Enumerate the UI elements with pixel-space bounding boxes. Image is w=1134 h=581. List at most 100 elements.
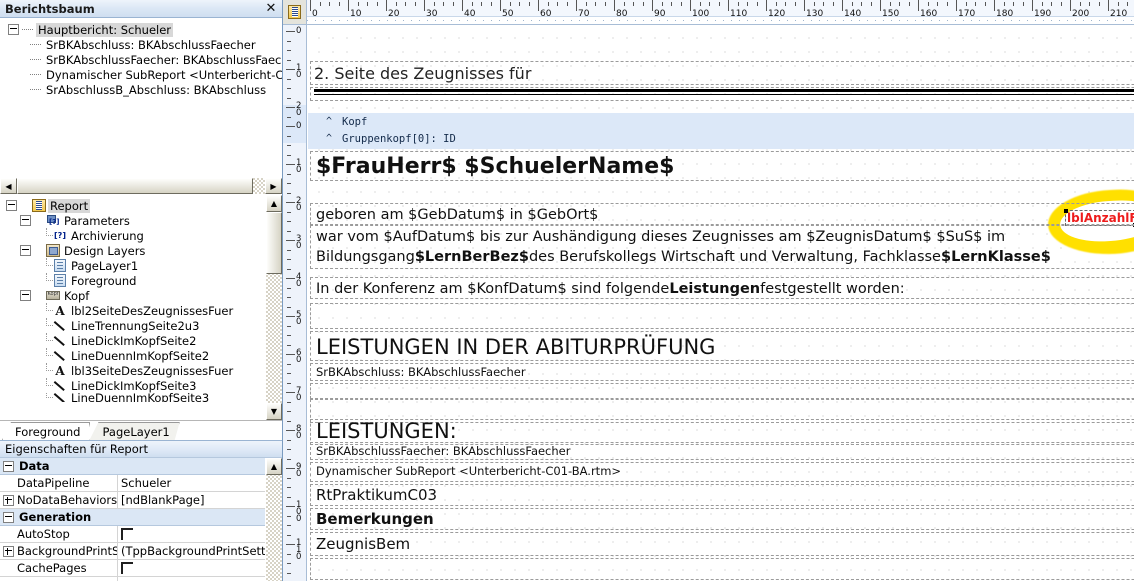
vscroll-track[interactable] (266, 274, 282, 403)
properties-grid[interactable]: Data DataPipeline Schueler NoDataBehavio… (0, 458, 265, 581)
tab-foreground[interactable]: Foreground (2, 422, 90, 440)
collapse-icon[interactable] (8, 24, 19, 35)
ruler-tick-minor (287, 335, 291, 336)
property-row-autostop[interactable]: AutoStop (0, 526, 265, 543)
berichtsbaum-item-srbkabschlussfaecher[interactable]: SrBKAbschlussFaecher: BKAbschlussFaecher (0, 52, 282, 67)
control-leistungen-abiturpruefung[interactable]: LEISTUNGEN IN DER ABITURPRÜFUNG (316, 334, 916, 359)
report-design-surface[interactable]: 0102030405060708090100110120130140150160… (283, 0, 1134, 581)
ruler-tick-major (1032, 0, 1033, 11)
ruler-tick-minor (510, 2, 511, 6)
tree-item-lineduennimkopfseite3[interactable]: LineDuennImKopfSeite3 (0, 393, 265, 402)
property-value[interactable] (118, 526, 265, 542)
band-headers[interactable]: ^ Kopf ^ Gruppenkopf[0]: ID (308, 113, 1134, 149)
ruler-tick-major (424, 0, 425, 11)
collapse-icon[interactable] (20, 290, 31, 301)
control-geboren[interactable]: geboren am $GebDatum$ in $GebOrt$ (316, 206, 716, 224)
property-value[interactable] (118, 560, 265, 576)
tree-item-report[interactable]: Report (0, 198, 265, 213)
berichtsbaum-item-srabschlussb[interactable]: SrAbschlussB_Abschluss: BKAbschluss (0, 82, 282, 97)
expand-icon[interactable] (3, 546, 14, 557)
tree-item-lbl2seitedeszeugnissesfuer[interactable]: A lbl2SeiteDesZeugnissesFuer (0, 303, 265, 318)
scroll-right-icon[interactable]: ▶ (265, 178, 282, 194)
tree-item-design-layers[interactable]: Design Layers (0, 243, 265, 258)
property-row-partial[interactable] (0, 577, 265, 581)
property-value[interactable] (118, 577, 265, 581)
collapse-icon[interactable] (20, 215, 31, 226)
tree-item-linedickimkopfseite3[interactable]: LineDickImKopfSeite3 (0, 378, 265, 393)
scroll-left-icon[interactable]: ◀ (0, 178, 17, 194)
property-value[interactable]: (TppBackgroundPrintSettings) (118, 543, 265, 559)
property-row-nodatabehaviors[interactable]: NoDataBehaviors [ndBlankPage] (0, 492, 265, 509)
collapse-icon[interactable] (6, 200, 17, 211)
ruler-tick-minor (624, 2, 625, 6)
tree-item-linedickimkopfseite2[interactable]: LineDickImKopfSeite2 (0, 333, 265, 348)
tree-item-lineduennimkopfseite2[interactable]: LineDuennImKopfSeite2 (0, 348, 265, 363)
hscroll-track[interactable] (253, 178, 265, 194)
properties-group-data[interactable]: Data (0, 458, 265, 475)
tree-item-label: LineDickImKopfSeite2 (69, 334, 198, 348)
property-row-cachepages[interactable]: CachePages (0, 560, 265, 577)
properties-group-generation[interactable]: Generation (0, 509, 265, 526)
hscroll-thumb[interactable] (17, 178, 253, 194)
berichtsbaum-item-dynamischer-subreport[interactable]: Dynamischer SubReport <Unterbericht-C01-… (0, 67, 282, 82)
control-lbl2SeiteDesZeugnissesFuer[interactable]: 2. Seite des Zeugnisses für (314, 63, 564, 84)
control-dynamischer-subreport[interactable]: Dynamischer SubReport <Unterbericht-C01-… (316, 464, 716, 478)
ruler-tick-minor (339, 2, 340, 6)
region-kopf-lines (310, 87, 1134, 101)
design-canvas[interactable]: 2. Seite des Zeugnisses für ^ Kopf ^ Gru… (308, 25, 1134, 581)
collapse-icon[interactable] (20, 245, 31, 256)
vscroll-thumb[interactable] (266, 212, 282, 274)
band-kopf[interactable]: ^ Kopf (308, 113, 1134, 130)
collapse-icon[interactable] (3, 512, 14, 523)
tree-item-linetrennungseite2u3[interactable]: LineTrennungSeite2u3 (0, 318, 265, 333)
control-konferenz[interactable]: In der Konferenz am $KonfDatum$ sind fol… (316, 280, 1016, 298)
checkbox-icon[interactable] (121, 562, 133, 574)
band-gruppenkopf[interactable]: ^ Gruppenkopf[0]: ID (308, 130, 1134, 147)
report-structure-tree[interactable]: Report Parameters [?] Archivierung (0, 195, 282, 420)
property-value[interactable]: Schueler (118, 475, 265, 491)
parameters-icon (46, 214, 60, 227)
berichtsbaum-list[interactable]: Hauptbericht: Schueler SrBKAbschluss: BK… (0, 18, 282, 178)
property-value[interactable]: [ndBlankPage] (118, 492, 265, 508)
tree-item-kopf[interactable]: Kopf Kopf (0, 288, 265, 303)
ruler-tick-major (538, 0, 539, 11)
berichtsbaum-item-label: Hauptbericht: Schueler (36, 23, 173, 37)
ruler-tick-minor (287, 402, 291, 403)
control-srbkabschluss-subreport[interactable]: SrBKAbschluss: BKAbschlussFaecher (316, 365, 616, 379)
structure-horizontal-scrollbar[interactable]: ◀ ▶ (0, 178, 282, 195)
tree-item-parameters[interactable]: Parameters (0, 213, 265, 228)
control-warvom-line1[interactable]: war vom $AufDatum$ bis zur Aushändigung … (316, 228, 1134, 246)
checkbox-icon[interactable] (121, 528, 133, 540)
collapse-icon[interactable] (3, 461, 14, 472)
control-warvom-line2[interactable]: Bildungsgang $LernBerBez$ des Berufskoll… (316, 248, 1134, 266)
close-icon[interactable]: ✕ (264, 2, 278, 16)
ruler-tick-major (994, 0, 995, 11)
control-zeugnisbem[interactable]: ZeugnisBem (316, 535, 566, 553)
tree-item-lbl3seitedeszeugnissesfuer[interactable]: A lbl3SeiteDesZeugnissesFuer (0, 363, 265, 378)
scroll-down-icon[interactable]: ▼ (266, 403, 282, 420)
scroll-up-icon[interactable]: ▲ (266, 458, 282, 475)
expand-icon[interactable] (3, 495, 14, 506)
tree-item-foreground[interactable]: Foreground (0, 273, 265, 288)
scroll-up-icon[interactable]: ▲ (266, 195, 282, 212)
tab-pagelayer1[interactable]: PageLayer1 (89, 422, 179, 440)
tree-item-archivierung[interactable]: [?] Archivierung (0, 228, 265, 243)
vscroll-track[interactable] (266, 475, 282, 581)
berichtsbaum-item-hauptbericht[interactable]: Hauptbericht: Schueler (0, 22, 282, 37)
control-leistungen-heading[interactable]: LEISTUNGEN: (316, 419, 616, 443)
structure-vertical-scrollbar[interactable]: ▲ ▼ (265, 195, 282, 420)
tree-item-pagelayer1[interactable]: PageLayer1 (0, 258, 265, 273)
control-text: Dynamischer SubReport <Unterbericht-C01-… (316, 464, 621, 478)
ruler-tick-major (1108, 0, 1109, 11)
property-row-backgroundprintsettings[interactable]: BackgroundPrintSe (TppBackgroundPrintSet… (0, 543, 265, 560)
control-srbkabschlussfaecher-subreport[interactable]: SrBKAbschlussFaecher: BKAbschlussFaecher (316, 444, 656, 458)
control-bemerkungen[interactable]: Bemerkungen (316, 510, 566, 528)
label-icon: A (53, 364, 67, 377)
ruler-tick-major (286, 107, 295, 108)
control-schueler-name[interactable]: $FrauHerr$ $SchuelerName$ (316, 154, 616, 179)
berichtsbaum-item-srbkabschluss[interactable]: SrBKAbschluss: BKAbschlussFaecher (0, 37, 282, 52)
ruler-tick-minor (491, 2, 492, 6)
properties-vertical-scrollbar[interactable]: ▲ (265, 458, 282, 581)
control-rtpraktikumc03[interactable]: RtPraktikumC03 (316, 486, 566, 504)
property-row-datapipeline[interactable]: DataPipeline Schueler (0, 475, 265, 492)
